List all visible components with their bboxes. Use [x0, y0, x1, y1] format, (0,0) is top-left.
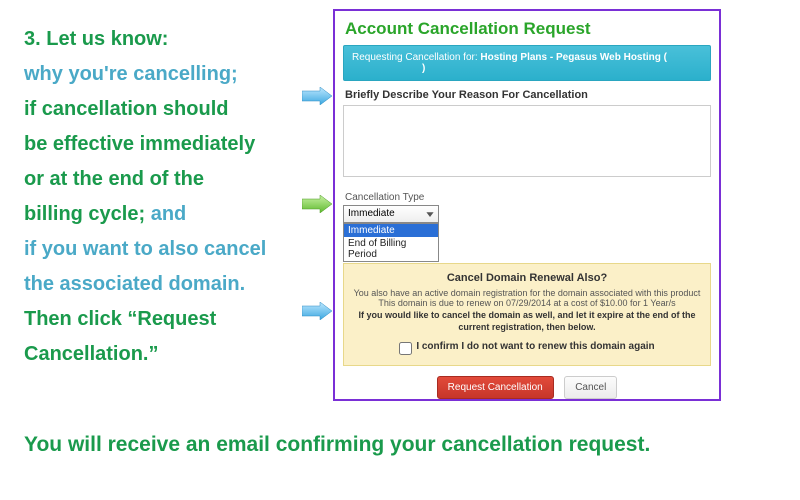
reason-label: Briefly Describe Your Reason For Cancell… — [345, 89, 709, 101]
line-3a: if you want to also cancel — [24, 238, 266, 260]
line-2d: billing cycle; — [24, 203, 145, 225]
line-3b: the associated domain. — [24, 273, 245, 295]
line-2b: be effective immediately — [24, 133, 255, 155]
ct-dropdown-list: Immediate End of Billing Period — [343, 223, 439, 262]
and-word: and — [145, 203, 186, 225]
button-row: Request Cancellation Cancel — [343, 376, 711, 399]
line-2c: or at the end of the — [24, 168, 204, 190]
arrow-green-1 — [302, 195, 332, 213]
chevron-down-icon — [424, 208, 436, 220]
cancellation-type-label: Cancellation Type — [345, 192, 711, 203]
requesting-for-bar: Requesting Cancellation for: Hosting Pla… — [343, 45, 711, 81]
sub-product: Hosting Plans - Pegasus Web Hosting ( — [480, 52, 667, 63]
sub-prefix: Requesting Cancellation for: — [352, 52, 480, 63]
confirm-checkbox[interactable] — [399, 342, 412, 355]
cancellation-panel: Account Cancellation Request Requesting … — [333, 9, 721, 401]
panel-title: Account Cancellation Request — [345, 19, 711, 39]
confirm-label: I confirm I do not want to renew this do… — [416, 341, 654, 352]
domain-p2: This domain is due to renew on 07/29/201… — [350, 298, 704, 308]
confirm-row[interactable]: I confirm I do not want to renew this do… — [350, 341, 704, 355]
domain-renewal-box: Cancel Domain Renewal Also? You also hav… — [343, 263, 711, 366]
then-line: Then click “Request Cancellation.” — [24, 308, 216, 365]
cancellation-type-select[interactable]: Immediate Immediate End of Billing Perio… — [343, 205, 439, 223]
domain-box-title: Cancel Domain Renewal Also? — [350, 272, 704, 284]
sub-close: ) — [422, 63, 425, 74]
ct-option-immediate[interactable]: Immediate — [344, 224, 438, 237]
line-why: why you're cancelling; — [24, 63, 238, 85]
line-2a: if cancellation should — [24, 98, 228, 120]
reason-textarea[interactable] — [343, 105, 711, 177]
confirmation-note: You will receive an email confirming you… — [24, 433, 774, 457]
arrow-blue-1 — [302, 87, 332, 105]
domain-p1: You also have an active domain registrat… — [350, 288, 704, 298]
cancel-button[interactable]: Cancel — [564, 376, 617, 399]
request-cancellation-button[interactable]: Request Cancellation — [437, 376, 554, 399]
instruction-text: 3. Let us know: why you're cancelling; i… — [24, 22, 324, 372]
arrow-blue-2 — [302, 302, 332, 320]
domain-p3: If you would like to cancel the domain a… — [350, 310, 704, 333]
ct-option-end-of-billing[interactable]: End of Billing Period — [344, 237, 438, 261]
lead-line: 3. Let us know: — [24, 28, 168, 50]
ct-selected-value: Immediate — [348, 208, 395, 219]
